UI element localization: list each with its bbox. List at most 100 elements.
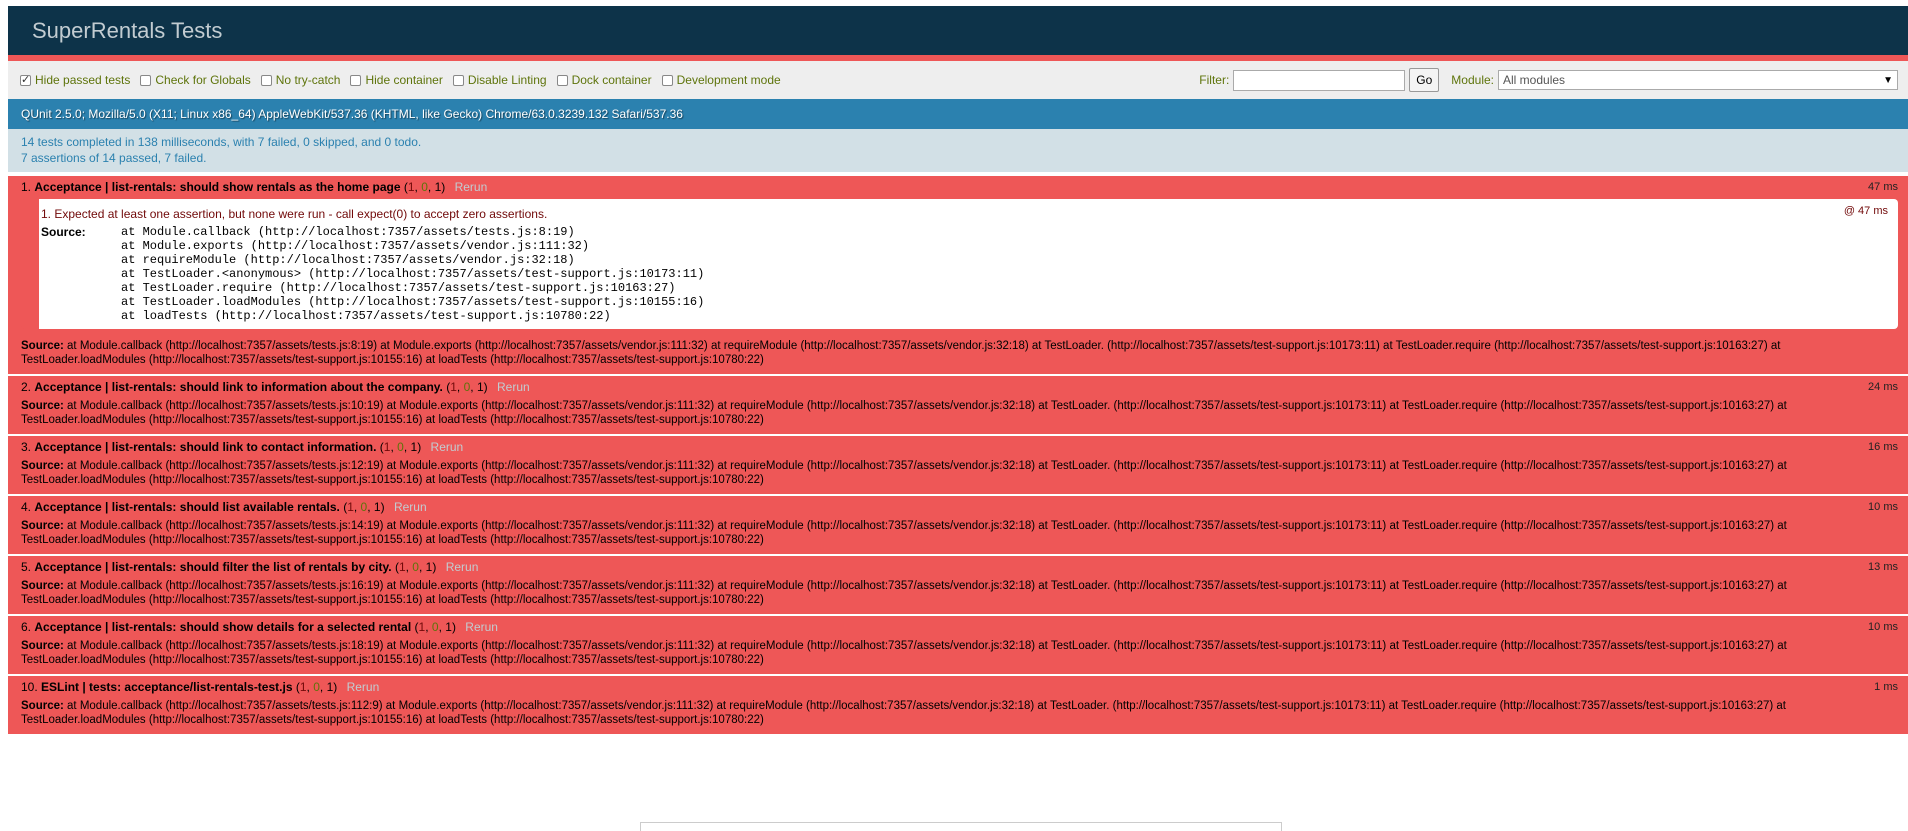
no-try-catch-checkbox[interactable] <box>260 74 272 86</box>
rerun-link[interactable]: Rerun <box>347 680 380 694</box>
test-item[interactable]: 1. Acceptance | list-rentals: should sho… <box>8 176 1908 376</box>
rerun-link[interactable]: Rerun <box>431 440 464 454</box>
assertion-message: 1. Expected at least one assertion, but … <box>41 207 548 221</box>
test-name[interactable]: should filter the list of rentals by cit… <box>180 560 392 574</box>
option-dock-container[interactable]: Dock container <box>556 73 652 87</box>
total-count: 1 <box>425 560 433 574</box>
page-header: SuperRentals Tests <box>8 6 1908 61</box>
test-counts: (1, 0, 1) <box>414 620 456 634</box>
option-label: Check for Globals <box>155 73 251 87</box>
test-result-summary: 14 tests completed in 138 milliseconds, … <box>8 129 1908 176</box>
test-module: Acceptance | list-rentals: <box>34 620 177 634</box>
option-hide-container[interactable]: Hide container <box>350 73 443 87</box>
test-name[interactable]: acceptance/list-rentals-test.js <box>124 680 292 694</box>
rerun-link[interactable]: Rerun <box>497 380 530 394</box>
option-check-globals[interactable]: Check for Globals <box>140 73 251 87</box>
test-runtime: 24 ms <box>1868 381 1898 393</box>
check-globals-checkbox[interactable] <box>140 74 152 86</box>
option-label: Hide container <box>365 73 443 87</box>
test-source: Source: at Module.callback (http://local… <box>21 459 1898 487</box>
test-item[interactable]: 6. Acceptance | list-rentals: should sho… <box>8 616 1908 676</box>
toolbar: Hide passed tests Check for Globals No t… <box>8 61 1908 99</box>
test-item[interactable]: 2. Acceptance | list-rentals: should lin… <box>8 376 1908 436</box>
filter-area: Filter: Go Module: All modules ▼ <box>1199 61 1898 99</box>
source-text: at Module.callback (http://localhost:735… <box>21 400 1787 426</box>
option-label: Hide passed tests <box>35 73 131 87</box>
test-counts: (1, 0, 1) <box>394 560 437 574</box>
test-item[interactable]: 4. Acceptance | list-rentals: should lis… <box>8 496 1908 556</box>
test-item[interactable]: 5. Acceptance | list-rentals: should fil… <box>8 556 1908 616</box>
test-index: 6. <box>21 620 32 634</box>
test-runtime: 13 ms <box>1868 561 1898 573</box>
test-name[interactable]: should show rentals as the home page <box>180 180 401 194</box>
rerun-link[interactable]: Rerun <box>446 560 479 574</box>
disable-linting-checkbox[interactable] <box>452 74 464 86</box>
option-label: Dock container <box>571 73 652 87</box>
passed-count: 0 <box>397 440 404 454</box>
failed-count: 1 <box>418 620 426 634</box>
test-runtime: 10 ms <box>1868 621 1898 633</box>
test-module: Acceptance | list-rentals: <box>34 380 177 394</box>
option-label: Disable Linting <box>467 73 547 87</box>
source-text: at Module.callback (http://localhost:735… <box>21 640 1787 666</box>
test-index: 2. <box>21 380 32 394</box>
go-button[interactable]: Go <box>1409 68 1440 92</box>
option-development-mode[interactable]: Development mode <box>661 73 781 87</box>
failed-count: 1 <box>299 680 307 694</box>
source-label: Source: <box>21 400 64 412</box>
assertion-stack-trace: at Module.callback (http://localhost:735… <box>121 225 705 323</box>
test-source: Source: at Module.callback (http://local… <box>21 579 1898 607</box>
source-label: Source: <box>21 700 64 712</box>
rerun-link[interactable]: Rerun <box>394 500 427 514</box>
total-count: 1 <box>410 440 418 454</box>
failed-count: 1 <box>383 440 391 454</box>
filter-input[interactable] <box>1233 69 1406 91</box>
page-title[interactable]: SuperRentals Tests <box>32 18 222 43</box>
module-select[interactable]: All modules ▼ <box>1498 70 1898 90</box>
option-label: No try-catch <box>275 73 341 87</box>
test-module: Acceptance | list-rentals: <box>34 560 177 574</box>
hide-container-checkbox[interactable] <box>350 74 362 86</box>
test-counts: (1, 0, 1) <box>295 680 338 694</box>
test-name[interactable]: should list available rentals. <box>180 500 340 514</box>
hide-passed-checkbox[interactable] <box>20 73 31 86</box>
option-no-try-catch[interactable]: No try-catch <box>260 73 341 87</box>
assertion-item: 1. Expected at least one assertion, but … <box>21 199 1898 329</box>
test-runtime: 10 ms <box>1868 501 1898 513</box>
source-text: at Module.callback (http://localhost:735… <box>21 580 1787 606</box>
development-mode-checkbox[interactable] <box>661 74 673 86</box>
test-source: Source: at Module.callback (http://local… <box>21 399 1898 427</box>
source-label: Source: <box>21 340 64 352</box>
module-label: Module: <box>1451 73 1494 87</box>
source-label: Source: <box>21 640 64 652</box>
total-count: 1 <box>326 680 334 694</box>
test-item[interactable]: 3. Acceptance | list-rentals: should lin… <box>8 436 1908 496</box>
rerun-link[interactable]: Rerun <box>455 180 488 194</box>
passed-count: 0 <box>313 680 320 694</box>
assertion-fail-bar <box>31 199 39 329</box>
test-name[interactable]: should link to information about the com… <box>180 380 443 394</box>
test-counts: (1, 0, 1) <box>343 500 385 514</box>
source-text: at Module.callback (http://localhost:735… <box>21 520 1787 546</box>
option-disable-linting[interactable]: Disable Linting <box>452 73 547 87</box>
test-name[interactable]: should link to contact information. <box>180 440 377 454</box>
total-count: 1 <box>476 380 484 394</box>
test-index: 5. <box>21 560 32 574</box>
option-hide-passed[interactable]: Hide passed tests <box>20 73 130 87</box>
test-name[interactable]: should show details for a selected renta… <box>180 620 411 634</box>
passed-count: 0 <box>431 620 439 634</box>
result-line-2: 7 assertions of 14 passed, 7 failed. <box>21 151 207 165</box>
test-index: 1. <box>21 180 32 194</box>
test-source: Source: at Module.callback (http://local… <box>21 339 1898 367</box>
passed-count: 0 <box>412 560 419 574</box>
source-label: Source: <box>21 580 64 592</box>
assertion-runtime: @ 47 ms <box>1843 205 1888 217</box>
filter-label: Filter: <box>1199 73 1230 87</box>
rerun-link[interactable]: Rerun <box>465 620 498 634</box>
test-source: Source: at Module.callback (http://local… <box>21 519 1898 547</box>
source-label: Source: <box>21 520 64 532</box>
test-item[interactable]: 10. ESLint | tests: acceptance/list-rent… <box>8 676 1908 736</box>
test-counts: (1, 0, 1) <box>379 440 422 454</box>
dock-container-checkbox[interactable] <box>556 74 568 86</box>
source-text: at Module.callback (http://localhost:735… <box>21 460 1787 486</box>
